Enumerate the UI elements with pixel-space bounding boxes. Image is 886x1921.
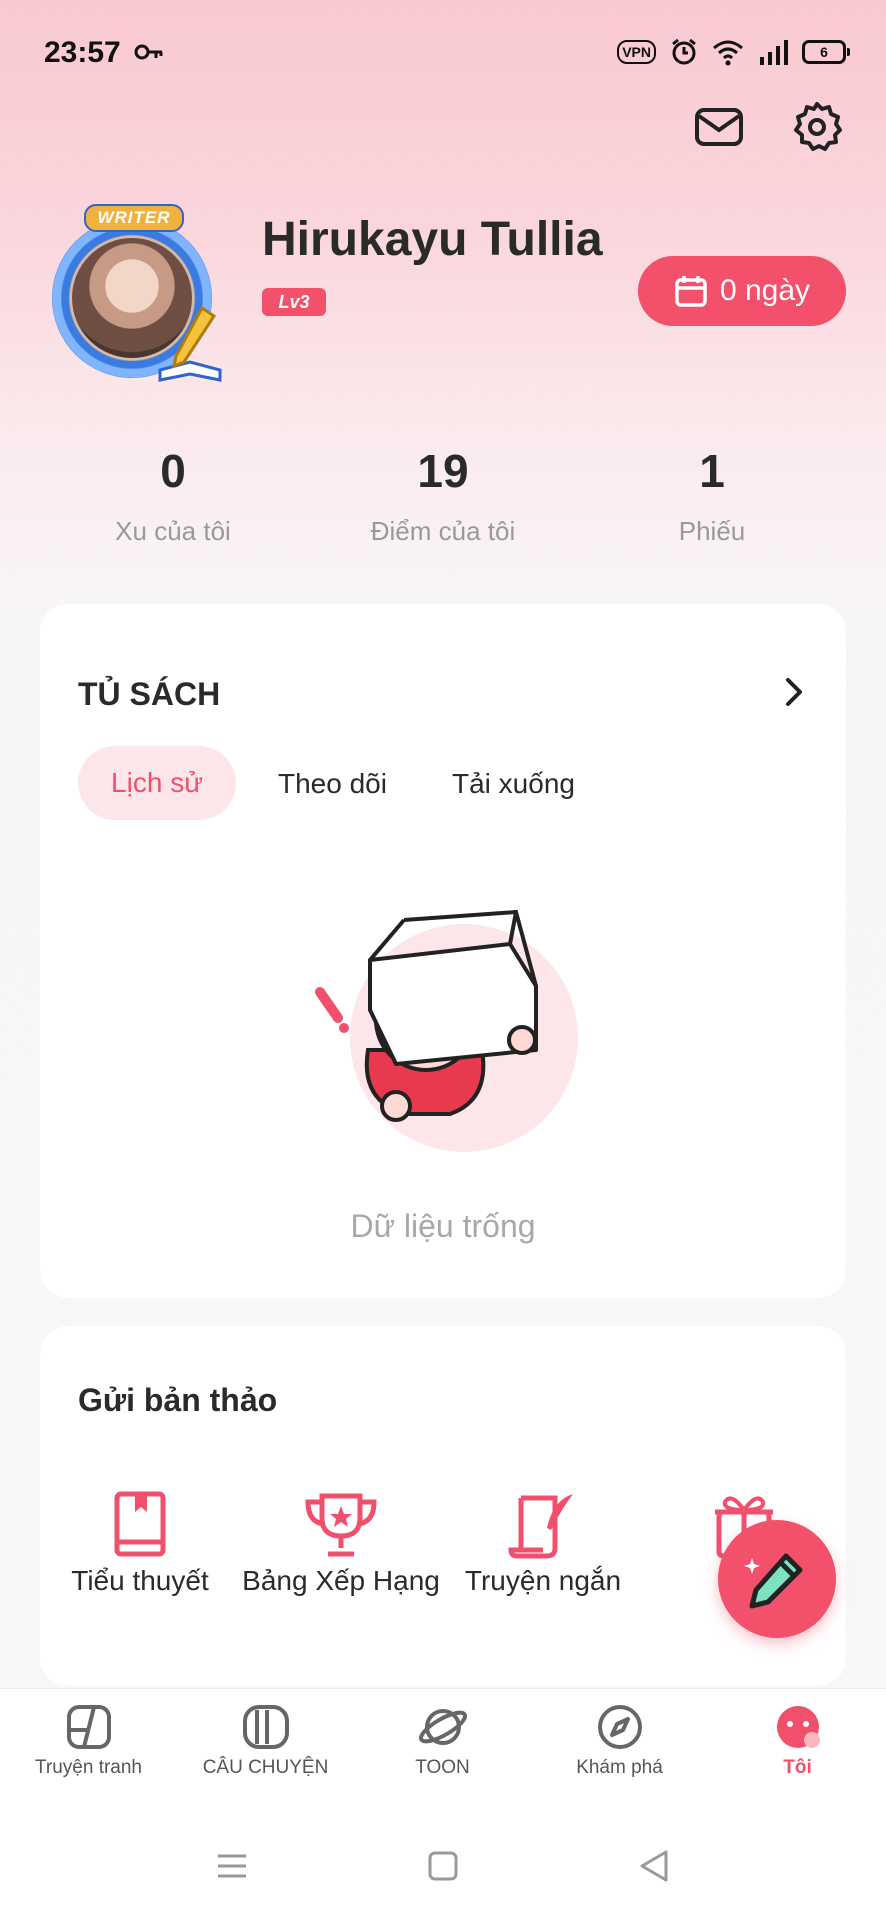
status-icons: VPN 6: [617, 38, 850, 66]
nav-item-explore[interactable]: Khám phá: [531, 1702, 708, 1779]
battery-icon: 6: [802, 40, 850, 64]
avatar[interactable]: WRITER: [32, 200, 232, 390]
coins-label: Xu của tôi: [115, 516, 231, 546]
coins-value[interactable]: 0: [43, 444, 303, 498]
calendar-icon: [675, 276, 707, 307]
wifi-icon: [713, 40, 743, 66]
nav-label-explore: Khám phá: [576, 1757, 663, 1778]
status-time: 23:57: [44, 36, 121, 69]
submit-draft-title: Gửi bản thảo: [78, 1382, 278, 1418]
story-icon: [242, 1705, 289, 1749]
tab-downloads[interactable]: Tải xuống: [452, 768, 575, 800]
comic-icon: [66, 1705, 111, 1749]
tab-following[interactable]: Theo dõi: [278, 768, 387, 800]
nav-label-comics: Truyện tranh: [34, 1757, 142, 1778]
draft-label-novel: Tiểu thuyết: [71, 1565, 209, 1596]
key-icon: [134, 44, 163, 60]
draft-item-short-story[interactable]: Truyện ngắn: [443, 1490, 643, 1597]
level-badge: Lv3: [262, 288, 326, 316]
nav-label-toon: TOON: [415, 1757, 470, 1778]
planet-icon: [418, 1709, 467, 1745]
draft-item-novel[interactable]: Tiểu thuyết: [40, 1490, 240, 1597]
points-value[interactable]: 19: [313, 444, 573, 498]
bookshelf-title: TỦ SÁCH: [78, 676, 221, 712]
tickets-label: Phiếu: [678, 516, 746, 546]
home-system-icon[interactable]: [425, 1848, 461, 1884]
tickets-value[interactable]: 1: [582, 444, 842, 498]
scroll-quill-icon: [508, 1494, 573, 1559]
compass-icon: [597, 1705, 642, 1749]
empty-box-illustration: [315, 909, 578, 1152]
back-system-icon[interactable]: [636, 1848, 672, 1884]
menu-system-icon[interactable]: [214, 1848, 250, 1884]
nav-item-comics[interactable]: Truyện tranh: [0, 1702, 177, 1779]
nav-label-me: Tôi: [783, 1757, 812, 1778]
chevron-right-icon[interactable]: [780, 674, 808, 710]
profile-face-icon: [776, 1706, 820, 1748]
writer-badge: WRITER: [84, 204, 184, 232]
nav-label-stories: CÂU CHUYỆN: [202, 1757, 329, 1778]
pencil-icon: [744, 1553, 803, 1609]
nav-item-toon[interactable]: TOON: [354, 1702, 531, 1779]
signal-icon: [760, 40, 788, 65]
draft-item-ranking[interactable]: Bảng Xếp Hạng: [241, 1490, 441, 1597]
draft-label-short-story: Truyện ngắn: [464, 1565, 622, 1596]
tab-history[interactable]: Lịch sử: [78, 746, 236, 820]
write-fab-button[interactable]: [718, 1520, 836, 1638]
book-icon: [114, 1491, 166, 1557]
alarm-icon: [672, 38, 696, 65]
nav-item-stories[interactable]: CÂU CHUYỆN: [177, 1702, 354, 1779]
pen-book-icon: [158, 305, 222, 382]
points-label: Điểm của tôi: [370, 516, 516, 546]
settings-gear-icon[interactable]: [790, 100, 844, 154]
checkin-label: 0 ngày: [719, 274, 811, 307]
trophy-icon: [305, 1493, 377, 1557]
checkin-button[interactable]: 0 ngày: [638, 256, 846, 326]
mail-icon[interactable]: [692, 100, 746, 154]
draft-label-ranking: Bảng Xếp Hạng: [242, 1565, 440, 1596]
nav-item-me[interactable]: Tôi: [709, 1702, 886, 1779]
empty-state-text: Dữ liệu trống: [350, 1208, 536, 1244]
vpn-icon: VPN: [617, 40, 656, 64]
username: Hirukayu Tullia: [262, 213, 603, 266]
